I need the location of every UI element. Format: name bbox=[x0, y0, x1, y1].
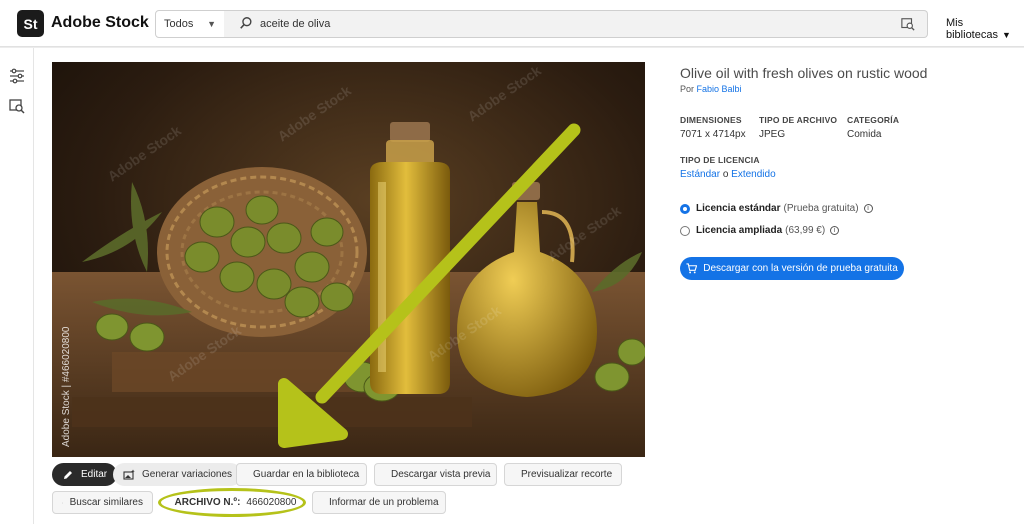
download-trial-label: Descargar con la versión de prueba gratu… bbox=[703, 263, 898, 274]
dimensions-label: DIMENSIONES bbox=[680, 115, 742, 125]
asset-title: Olive oil with fresh olives on rustic wo… bbox=[680, 65, 928, 81]
info-icon[interactable]: i bbox=[863, 204, 873, 213]
extended-license-link[interactable]: Extendido bbox=[731, 169, 775, 180]
visual-search-icon[interactable] bbox=[9, 98, 25, 114]
search-filter-select[interactable]: Todos ▼ bbox=[155, 10, 225, 38]
radio-standard[interactable] bbox=[680, 203, 690, 214]
edit-button[interactable]: Editar bbox=[52, 463, 118, 486]
find-similar-button[interactable]: Buscar similares bbox=[52, 491, 153, 514]
image-sparkle-icon bbox=[123, 469, 135, 480]
category-link[interactable]: Comida bbox=[847, 129, 881, 140]
my-libraries-label: Mis bibliotecas bbox=[946, 17, 998, 41]
save-to-library-label: Guardar en la biblioteca bbox=[253, 469, 360, 480]
adobe-stock-logo-icon[interactable]: St bbox=[17, 10, 44, 37]
download-preview-button[interactable]: Descargar vista previa bbox=[374, 463, 497, 486]
search-bar[interactable]: aceite de oliva bbox=[224, 10, 928, 38]
generate-variations-button[interactable]: Generar variaciones bbox=[113, 463, 243, 486]
filters-icon[interactable] bbox=[9, 68, 25, 84]
stock-photo-preview[interactable]: Adobe Stock Adobe Stock Adobe Stock Adob… bbox=[52, 62, 645, 457]
info-icon[interactable]: i bbox=[830, 226, 840, 235]
top-header: St Adobe Stock Todos ▼ aceite de oliva M… bbox=[0, 0, 1024, 47]
visual-search-icon[interactable] bbox=[901, 17, 915, 31]
photo-side-id: Adobe Stock | #466020800 bbox=[61, 326, 72, 447]
olive-oil-photo: Adobe Stock Adobe Stock Adobe Stock Adob… bbox=[52, 62, 645, 457]
report-problem-label: Informar de un problema bbox=[329, 497, 439, 508]
download-preview-label: Descargar vista previa bbox=[391, 469, 491, 480]
license-extended-name: Licencia ampliada bbox=[696, 225, 783, 236]
save-to-library-button[interactable]: Guardar en la biblioteca bbox=[236, 463, 367, 486]
file-type-value: JPEG bbox=[759, 129, 786, 140]
search-icon bbox=[240, 17, 252, 29]
license-option-extended[interactable]: Licencia ampliada (63,99 €) i bbox=[680, 225, 840, 236]
file-type-label: TIPO DE ARCHIVO bbox=[759, 115, 838, 125]
license-standard-name: Licencia estándar bbox=[696, 203, 781, 214]
license-extended-note: (63,99 €) bbox=[785, 225, 826, 236]
author-prefix: Por bbox=[680, 84, 695, 94]
license-option-standard[interactable]: Licencia estándar (Prueba gratuita) i bbox=[680, 203, 873, 214]
left-sidebar bbox=[0, 48, 34, 524]
author-link[interactable]: Fabio Balbi bbox=[697, 84, 742, 94]
license-type-label: TIPO DE LICENCIA bbox=[680, 155, 760, 165]
preview-crop-label: Previsualizar recorte bbox=[521, 469, 613, 480]
chevron-down-icon: ▼ bbox=[1001, 30, 1011, 40]
camera-icon bbox=[62, 502, 63, 503]
license-or-text: o bbox=[722, 169, 729, 180]
preview-crop-button[interactable]: Previsualizar recorte bbox=[504, 463, 622, 486]
pencil-icon bbox=[64, 470, 72, 479]
my-libraries-menu[interactable]: Mis bibliotecas ▼ bbox=[946, 17, 1024, 41]
generate-variations-label: Generar variaciones bbox=[142, 469, 233, 480]
dimensions-value: 7071 x 4714px bbox=[680, 129, 746, 140]
cart-icon bbox=[686, 263, 698, 274]
chevron-down-icon: ▼ bbox=[207, 19, 216, 29]
license-standard-note: (Prueba gratuita) bbox=[783, 203, 859, 214]
license-type-links: Estándar o Extendido bbox=[680, 169, 776, 180]
brand-name[interactable]: Adobe Stock bbox=[51, 14, 149, 32]
file-number-value: 466020800 bbox=[246, 497, 297, 508]
file-number-highlight: ARCHIVO N.º: 466020800 bbox=[158, 488, 306, 517]
standard-license-link[interactable]: Estándar bbox=[680, 169, 720, 180]
download-trial-button[interactable]: Descargar con la versión de prueba gratu… bbox=[680, 257, 904, 280]
find-similar-label: Buscar similares bbox=[69, 497, 143, 508]
report-problem-button[interactable]: Informar de un problema bbox=[312, 491, 446, 514]
radio-extended[interactable] bbox=[680, 225, 690, 236]
category-label: CATEGORÍA bbox=[847, 115, 900, 125]
search-input[interactable]: aceite de oliva bbox=[260, 18, 330, 30]
author-line: Por Fabio Balbi bbox=[680, 84, 742, 94]
file-number-label: ARCHIVO N.º: bbox=[174, 497, 241, 508]
edit-button-label: Editar bbox=[81, 469, 108, 480]
search-filter-value: Todos bbox=[164, 18, 194, 30]
